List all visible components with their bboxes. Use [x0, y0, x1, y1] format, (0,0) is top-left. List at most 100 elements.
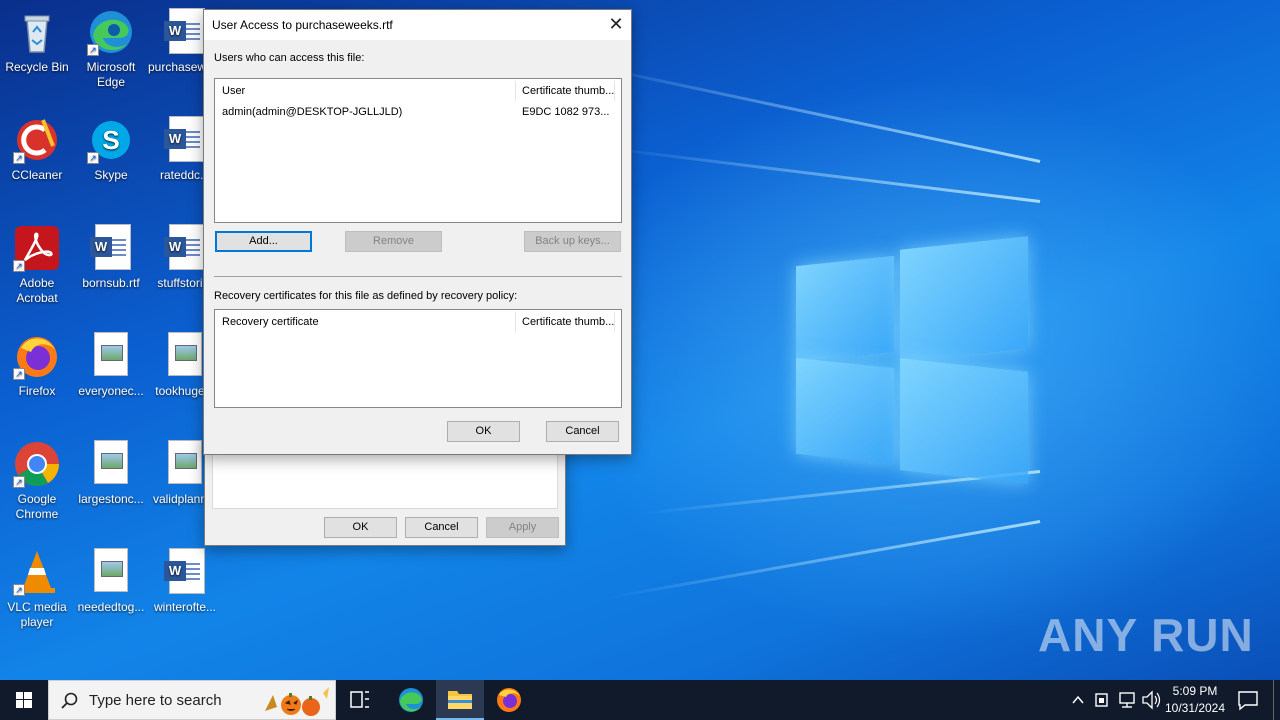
image-file-icon	[87, 548, 135, 596]
shortcut-arrow-icon: ↗	[13, 152, 25, 164]
desktop-icon-winterofte[interactable]: W winterofte...	[148, 548, 222, 615]
icon-label: Skype	[94, 168, 128, 182]
action-center-icon	[1238, 691, 1258, 711]
logo-pane-br	[900, 358, 1028, 484]
anyrun-watermark: ANY RUN	[1038, 609, 1254, 661]
network-button[interactable]	[1116, 680, 1138, 720]
google-chrome-icon: ↗	[13, 440, 61, 488]
taskbar-edge-button[interactable]	[388, 680, 434, 720]
adobe-acrobat-icon: ↗	[13, 224, 61, 272]
firefox-icon: ↗	[13, 332, 61, 380]
users-list[interactable]: User Certificate thumb... admin(admin@DE…	[214, 78, 622, 223]
svg-text:S: S	[102, 125, 119, 155]
shortcut-arrow-icon: ↗	[87, 152, 99, 164]
network-icon	[1119, 692, 1135, 708]
desktop-icon-skype[interactable]: S ↗ Skype	[74, 116, 148, 183]
ok-button[interactable]: OK	[447, 421, 520, 442]
desktop-icon-bornsub[interactable]: W bornsub.rtf	[74, 224, 148, 291]
icon-label: Microsoft Edge	[86, 60, 136, 89]
clock-date: 10/31/2024	[1164, 701, 1226, 715]
recovery-list[interactable]: Recovery certificate Certificate thumb..…	[214, 309, 622, 408]
properties-ok-button[interactable]: OK	[324, 517, 397, 538]
logo-pane-bl	[796, 357, 894, 465]
icon-label: Google Chrome	[15, 492, 59, 521]
column-separator[interactable]	[614, 312, 615, 332]
word-document-icon: W	[161, 8, 209, 56]
column-header-cert-thumb[interactable]: Certificate thumb...	[515, 310, 615, 334]
task-view-icon	[350, 691, 369, 708]
recovery-label: Recovery certificates for this file as d…	[214, 290, 518, 302]
icon-label: winterofte...	[153, 600, 217, 614]
search-placeholder: Type here to search	[89, 692, 222, 709]
dialog-title: User Access to purchaseweeks.rtf	[212, 18, 393, 32]
show-hidden-icons-button[interactable]	[1068, 680, 1088, 720]
word-document-icon: W	[161, 548, 209, 596]
dialog-title-bar: User Access to purchaseweeks.rtf	[204, 10, 631, 40]
notifications-button[interactable]	[1230, 680, 1266, 720]
microsoft-edge-icon	[399, 688, 423, 712]
close-icon[interactable]: ✕	[601, 10, 631, 38]
show-desktop-button[interactable]	[1273, 680, 1280, 720]
divider	[214, 276, 622, 277]
taskbar-search-box[interactable]: Type here to search	[48, 680, 336, 720]
desktop-icon-adobe-acrobat[interactable]: ↗ Adobe Acrobat	[0, 224, 74, 306]
column-header-user[interactable]: User	[215, 79, 515, 103]
icon-label: VLC media player	[7, 600, 67, 629]
icon-label: everyonec...	[78, 384, 144, 398]
volume-button[interactable]	[1140, 680, 1162, 720]
column-header-recovery-cert[interactable]: Recovery certificate	[215, 310, 515, 334]
remove-button[interactable]: Remove	[345, 231, 442, 252]
icon-label: Recycle Bin	[5, 60, 69, 74]
search-icon	[61, 692, 78, 709]
properties-content-area	[212, 451, 558, 509]
tray-app-button[interactable]	[1092, 680, 1112, 720]
clock-button[interactable]: 5:09 PM 10/31/2024	[1164, 680, 1226, 720]
firefox-icon	[497, 688, 521, 712]
thumb-cell: E9DC 1082 973...	[522, 106, 610, 118]
cancel-button[interactable]: Cancel	[546, 421, 619, 442]
light-beam	[606, 520, 1041, 600]
properties-apply-button[interactable]: Apply	[486, 517, 559, 538]
logo-pane-tl	[796, 255, 894, 363]
desktop-icon-microsoft-edge[interactable]: ↗ Microsoft Edge	[74, 8, 148, 90]
image-file-icon	[87, 332, 135, 380]
desktop-icon-ccleaner[interactable]: ↗ CCleaner	[0, 116, 74, 183]
properties-cancel-button[interactable]: Cancel	[405, 517, 478, 538]
taskbar: Type here to search 5:09 PM 10/31/2024	[0, 680, 1280, 720]
speaker-icon	[1142, 690, 1161, 710]
tray-device-icon	[1095, 693, 1108, 707]
skype-icon: S ↗	[87, 116, 135, 164]
task-view-button[interactable]	[340, 680, 380, 720]
desktop-icon-largestonc[interactable]: largestonc...	[74, 440, 148, 507]
user-cell: admin(admin@DESKTOP-JGLLJLD)	[222, 106, 403, 118]
table-row[interactable]: admin(admin@DESKTOP-JGLLJLD) E9DC 1082 9…	[215, 103, 621, 123]
desktop-icon-google-chrome[interactable]: ↗ Google Chrome	[0, 440, 74, 522]
desktop-icon-neededtog[interactable]: neededtog...	[74, 548, 148, 615]
user-access-dialog: User Access to purchaseweeks.rtf ✕ Users…	[203, 9, 632, 455]
word-document-icon: W	[87, 224, 135, 272]
taskbar-file-explorer-button[interactable]	[436, 680, 484, 720]
desktop-icon-everyonec[interactable]: everyonec...	[74, 332, 148, 399]
image-file-icon	[161, 332, 209, 380]
desktop: Recycle Bin ↗ CCleaner ↗ Adobe Acrobat ↗…	[0, 0, 1280, 680]
light-beam	[570, 60, 1041, 163]
desktop-icon-vlc[interactable]: ↗ VLC media player	[0, 548, 74, 630]
column-header-cert-thumb[interactable]: Certificate thumb...	[515, 79, 615, 103]
icon-label: Adobe Acrobat	[16, 276, 58, 305]
chevron-up-icon	[1072, 695, 1084, 704]
column-separator[interactable]	[614, 81, 615, 101]
start-button[interactable]	[0, 680, 48, 720]
light-beam	[603, 146, 1041, 203]
users-label: Users who can access this file:	[214, 52, 365, 64]
desktop-icon-firefox[interactable]: ↗ Firefox	[0, 332, 74, 399]
folder-icon	[448, 691, 472, 709]
icon-label: bornsub.rtf	[82, 276, 140, 290]
add-button[interactable]: Add...	[215, 231, 312, 252]
backup-keys-button[interactable]: Back up keys...	[524, 231, 621, 252]
word-document-icon: W	[161, 116, 209, 164]
taskbar-firefox-button[interactable]	[486, 680, 532, 720]
word-document-icon: W	[161, 224, 209, 272]
icon-label: neededtog...	[77, 600, 145, 614]
shortcut-arrow-icon: ↗	[87, 44, 99, 56]
desktop-icon-recycle-bin[interactable]: Recycle Bin	[0, 8, 74, 75]
